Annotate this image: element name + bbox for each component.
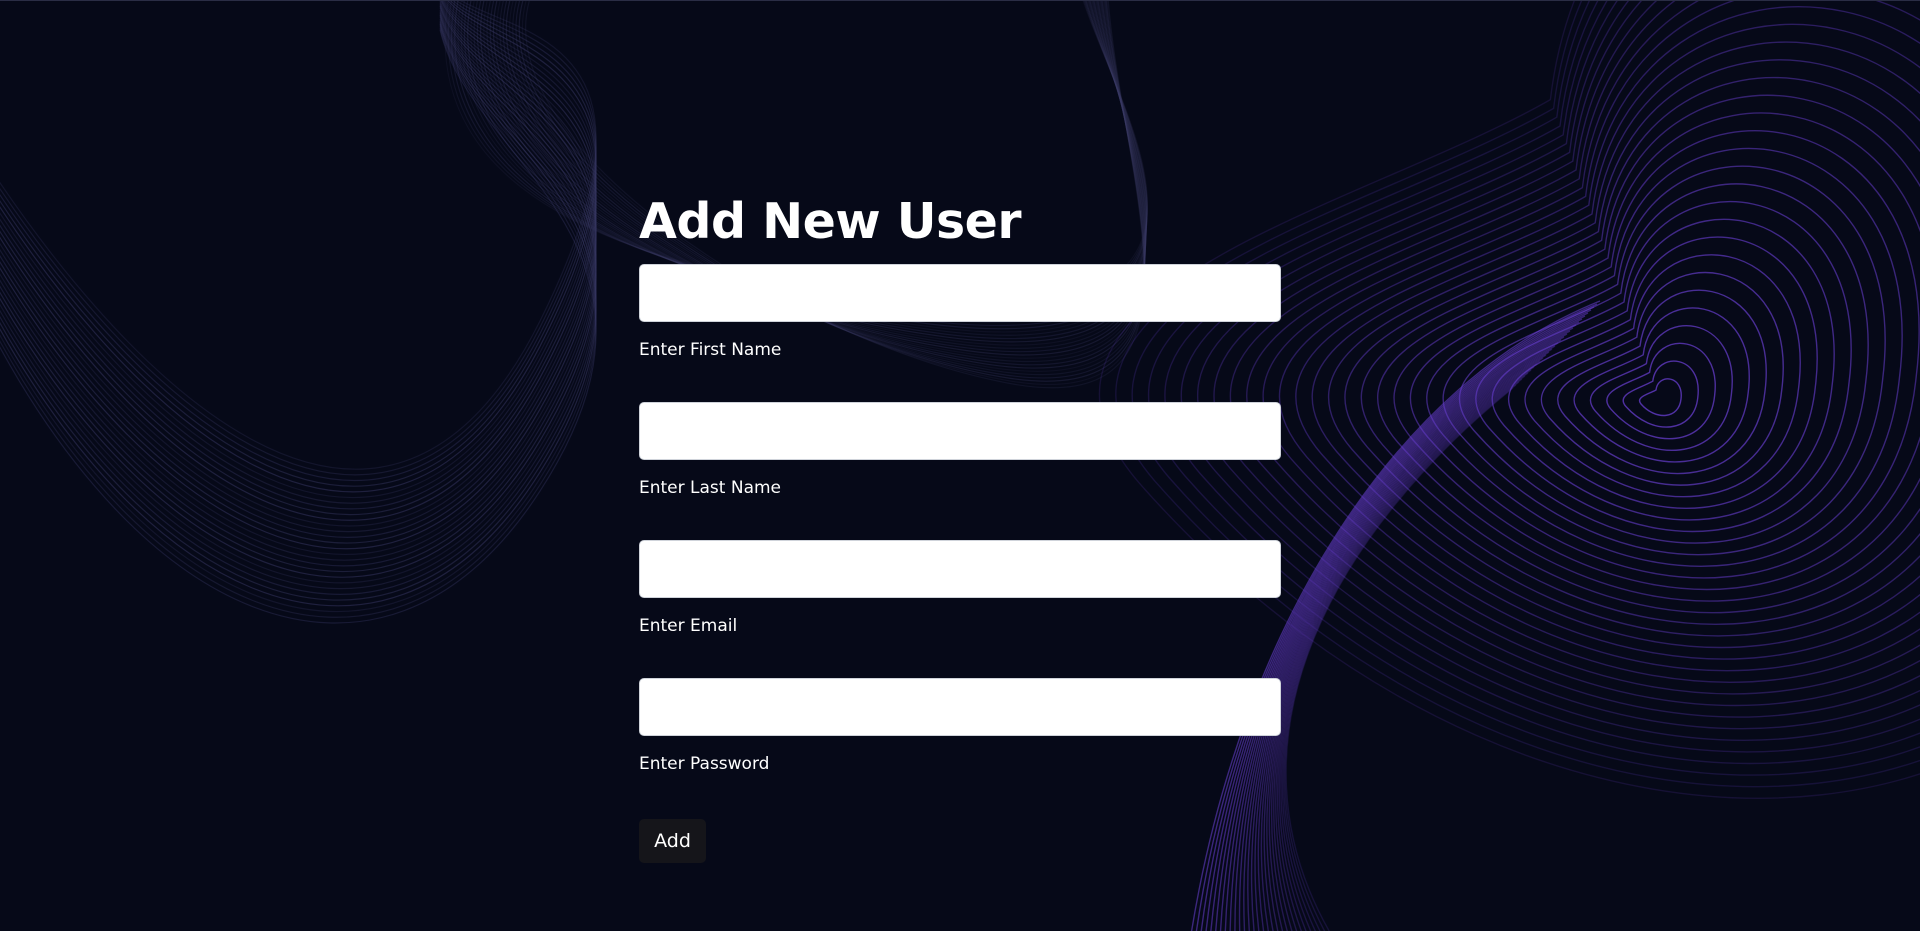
add-button[interactable]: Add: [639, 819, 706, 863]
first-name-label: Enter First Name: [639, 340, 782, 360]
left-wave-line: [0, 1, 597, 504]
password-field: Enter Password: [639, 678, 1281, 774]
page: Add New User Enter First Name Enter Last…: [0, 0, 1920, 931]
add-user-form: Add New User Enter First Name Enter Last…: [639, 191, 1281, 774]
first-name-field: Enter First Name: [639, 264, 1281, 360]
email-label: Enter Email: [639, 616, 738, 636]
right-wave-contour: [1377, 94, 1920, 602]
password-label: Enter Password: [639, 754, 770, 774]
right-wave-contour: [1246, 1, 1920, 695]
left-wave-line: [0, 13, 597, 573]
right-wave-contour: [1606, 342, 1716, 440]
last-name-input[interactable]: [639, 402, 1281, 460]
first-name-input[interactable]: [639, 264, 1281, 322]
right-wave-contour: [1589, 324, 1733, 451]
right-wave-contour: [1524, 254, 1801, 498]
email-input[interactable]: [639, 540, 1281, 598]
password-input[interactable]: [639, 678, 1281, 736]
email-field: Enter Email: [639, 540, 1281, 636]
left-wave-line: [0, 18, 597, 590]
left-wave-line: [0, 1, 597, 516]
page-title: Add New User: [639, 193, 1022, 250]
right-wave-contour: [1508, 236, 1818, 509]
last-name-field: Enter Last Name: [639, 402, 1281, 498]
right-wave-contour: [1622, 360, 1699, 428]
right-wave-contour: [1311, 23, 1920, 649]
right-wave-contour: [1327, 41, 1920, 637]
last-name-label: Enter Last Name: [639, 478, 782, 498]
